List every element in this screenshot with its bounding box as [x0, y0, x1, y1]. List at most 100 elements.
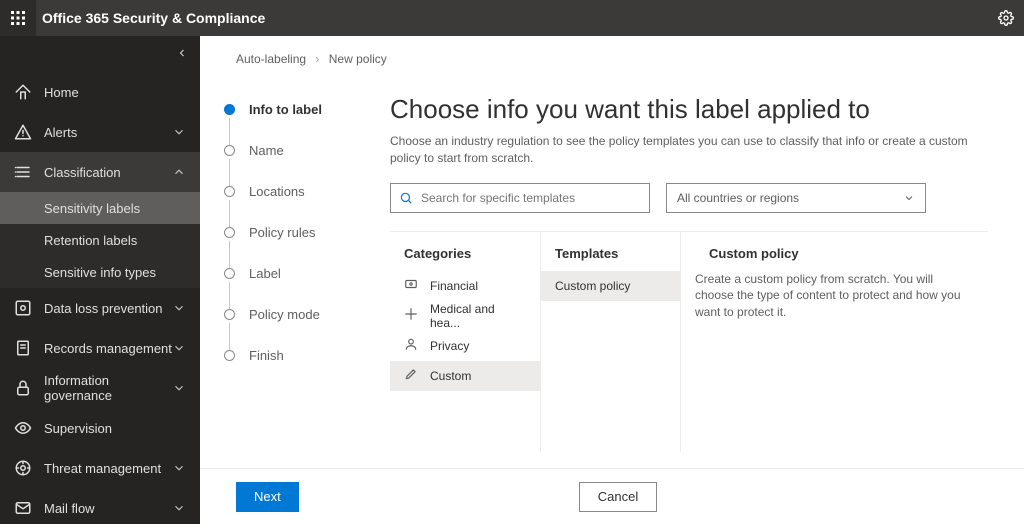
- category-privacy[interactable]: Privacy: [390, 331, 540, 361]
- next-button[interactable]: Next: [236, 482, 299, 512]
- gear-icon: [998, 10, 1014, 26]
- category-label: Financial: [430, 279, 478, 293]
- region-dropdown[interactable]: All countries or regions: [666, 183, 926, 213]
- sidebar-subitem-sensitivity-labels[interactable]: Sensitivity labels: [0, 192, 200, 224]
- sidebar-item-supervision[interactable]: Supervision: [0, 408, 200, 448]
- sidebar-subitem-sensitive-info-types[interactable]: Sensitive info types: [0, 256, 200, 288]
- templates-column: Templates Custom policy: [540, 232, 680, 452]
- step-finish[interactable]: Finish: [224, 348, 366, 363]
- medical-icon: [404, 307, 430, 324]
- top-bar: Office 365 Security & Compliance: [0, 0, 1024, 36]
- threat-icon: [14, 459, 32, 477]
- eye-icon: [14, 419, 32, 437]
- sidebar-item-home[interactable]: Home: [0, 72, 200, 112]
- step-indicator-icon: [224, 104, 235, 115]
- sidebar-item-records-management[interactable]: Records management: [0, 328, 200, 368]
- dlp-icon: [14, 299, 32, 317]
- step-label: Label: [249, 266, 281, 281]
- category-label: Medical and hea...: [430, 302, 526, 330]
- step-indicator-icon: [224, 350, 235, 361]
- sidebar: Home Alerts Classification Sensitivity labe…: [0, 36, 200, 524]
- step-info-to-label[interactable]: Info to label: [224, 102, 366, 117]
- step-label: Finish: [249, 348, 284, 363]
- custom-icon: [404, 367, 430, 384]
- app-title: Office 365 Security & Compliance: [42, 10, 988, 26]
- sidebar-item-classification[interactable]: Classification: [0, 152, 200, 192]
- collapse-sidebar-button[interactable]: [176, 46, 188, 64]
- sidebar-item-label: Alerts: [44, 125, 172, 140]
- breadcrumb: Auto-labeling › New policy: [200, 36, 1024, 74]
- sidebar-item-label: Mail flow: [44, 501, 172, 516]
- step-label: Policy mode: [249, 307, 320, 322]
- custom-policy-header: Custom policy: [695, 246, 974, 271]
- home-icon: [14, 83, 32, 101]
- step-label: Locations: [249, 184, 305, 199]
- category-label: Privacy: [430, 339, 469, 353]
- step-indicator-icon: [224, 145, 235, 156]
- template-custom-policy[interactable]: Custom policy: [541, 271, 680, 301]
- custom-policy-description: Create a custom policy from scratch. You…: [695, 271, 974, 321]
- step-label: Name: [249, 143, 284, 158]
- sidebar-item-label: Threat management: [44, 461, 172, 476]
- step-label: Info to label: [249, 102, 322, 117]
- step-indicator-icon: [224, 186, 235, 197]
- main-panel: Auto-labeling › New policy Info to label…: [200, 36, 1024, 524]
- sidebar-subitem-label: Sensitive info types: [44, 265, 186, 280]
- step-name[interactable]: Name: [224, 143, 366, 158]
- details-column: Custom policy Create a custom policy fro…: [680, 232, 988, 452]
- breadcrumb-parent[interactable]: Auto-labeling: [236, 52, 306, 66]
- sidebar-item-label: Classification: [44, 165, 172, 180]
- search-icon: [399, 191, 413, 205]
- app-launcher-button[interactable]: [0, 0, 36, 36]
- waffle-icon: [11, 11, 25, 25]
- template-label: Custom policy: [555, 279, 630, 293]
- categories-header: Categories: [390, 246, 540, 271]
- step-policy-rules[interactable]: Policy rules: [224, 225, 366, 240]
- sidebar-item-label: Data loss prevention: [44, 301, 172, 316]
- category-custom[interactable]: Custom: [390, 361, 540, 391]
- privacy-icon: [404, 337, 430, 354]
- alert-icon: [14, 123, 32, 141]
- sidebar-item-data-loss-prevention[interactable]: Data loss prevention: [0, 288, 200, 328]
- sidebar-item-information-governance[interactable]: Information governance: [0, 368, 200, 408]
- template-search[interactable]: [390, 183, 650, 213]
- sidebar-nav: Home Alerts Classification Sensitivity labe…: [0, 36, 200, 528]
- wizard-steps: Info to label Name Locations Policy rules La…: [200, 74, 390, 468]
- sidebar-subitem-retention-labels[interactable]: Retention labels: [0, 224, 200, 256]
- step-indicator-icon: [224, 227, 235, 238]
- cancel-button[interactable]: Cancel: [579, 482, 657, 512]
- step-indicator-icon: [224, 268, 235, 279]
- sidebar-item-label: Records management: [44, 341, 172, 356]
- step-locations[interactable]: Locations: [224, 184, 366, 199]
- category-label: Custom: [430, 369, 471, 383]
- breadcrumb-separator: ›: [315, 52, 319, 66]
- chevron-left-icon: [176, 47, 188, 59]
- sidebar-item-threat-management[interactable]: Threat management: [0, 448, 200, 488]
- records-icon: [14, 339, 32, 357]
- sidebar-subitem-label: Sensitivity labels: [44, 201, 186, 216]
- template-search-input[interactable]: [421, 191, 641, 205]
- categories-column: Categories Financial Medical and hea... Pr…: [390, 232, 540, 452]
- step-policy-mode[interactable]: Policy mode: [224, 307, 366, 322]
- sidebar-subitem-label: Retention labels: [44, 233, 186, 248]
- sidebar-item-mail-flow[interactable]: Mail flow: [0, 488, 200, 528]
- category-medical[interactable]: Medical and hea...: [390, 301, 540, 331]
- templates-header: Templates: [541, 246, 680, 271]
- mail-icon: [14, 499, 32, 517]
- sidebar-item-alerts[interactable]: Alerts: [0, 112, 200, 152]
- finance-icon: [404, 277, 430, 294]
- page-description: Choose an industry regulation to see the…: [390, 133, 988, 167]
- step-label: Policy rules: [249, 225, 315, 240]
- sidebar-item-label: Information governance: [44, 373, 172, 403]
- chevron-down-icon: [903, 192, 915, 204]
- region-selected-label: All countries or regions: [677, 191, 799, 205]
- page-heading: Choose info you want this label applied …: [390, 94, 988, 125]
- breadcrumb-current: New policy: [329, 52, 387, 66]
- step-label[interactable]: Label: [224, 266, 366, 281]
- wizard-footer: Next Cancel: [200, 468, 1024, 524]
- wizard-content: Choose info you want this label applied …: [390, 74, 1024, 468]
- category-finance[interactable]: Financial: [390, 271, 540, 301]
- lock-icon: [14, 379, 32, 397]
- step-indicator-icon: [224, 309, 235, 320]
- settings-button[interactable]: [988, 0, 1024, 36]
